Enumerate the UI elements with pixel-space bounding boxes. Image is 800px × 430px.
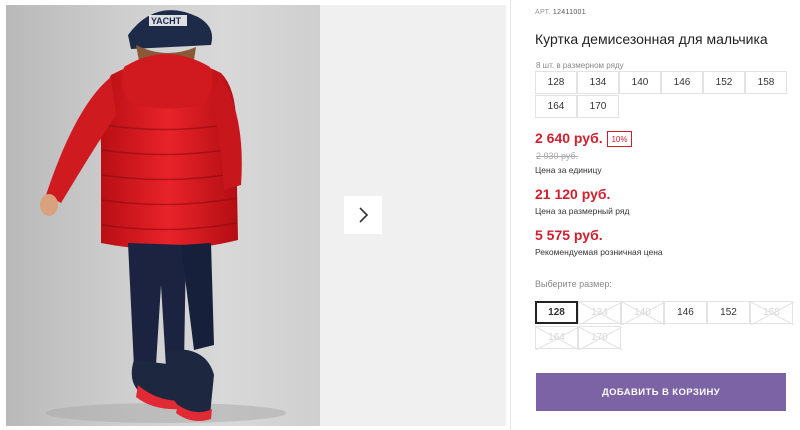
product-gallery: YACHT xyxy=(0,0,510,430)
divider xyxy=(510,0,511,430)
size-option-label: 128 xyxy=(548,307,565,318)
unavailable-cross-icon xyxy=(536,327,579,350)
product-photo: YACHT xyxy=(6,5,320,426)
size-option-128[interactable]: 128 xyxy=(535,301,578,324)
row-price-label: Цена за размерный ряд xyxy=(535,206,630,216)
sku-label: АРТ. xyxy=(535,9,551,16)
size-option-140: 140 xyxy=(621,301,665,325)
size-option-label: 152 xyxy=(720,307,737,318)
choose-size-label: Выберите размер: xyxy=(535,279,612,289)
add-to-cart-button[interactable]: ДОБАВИТЬ В КОРЗИНУ xyxy=(536,373,786,411)
unavailable-cross-icon xyxy=(579,302,622,325)
unavailable-cross-icon xyxy=(579,327,622,350)
size-option-152[interactable]: 152 xyxy=(707,301,750,324)
next-image-button[interactable] xyxy=(344,196,382,234)
size-row-cell: 140 xyxy=(619,71,661,94)
size-option-170: 170 xyxy=(578,326,622,350)
row-price: 21 120 руб. xyxy=(535,186,611,202)
size-option-146[interactable]: 146 xyxy=(664,301,707,324)
cap-text: YACHT xyxy=(151,16,182,26)
size-row-cell: 146 xyxy=(661,71,703,94)
unavailable-cross-icon xyxy=(622,302,665,325)
retail-price-label: Рекомендуемая розничная цена xyxy=(535,247,663,257)
chevron-right-icon xyxy=(359,207,369,223)
size-option-134: 134 xyxy=(578,301,622,325)
discount-badge: 10% xyxy=(607,131,632,147)
size-option-164: 164 xyxy=(535,326,579,350)
size-option-label: 146 xyxy=(677,307,694,318)
size-row-note: 8 шт. в размерном ряду xyxy=(536,61,624,70)
unavailable-cross-icon xyxy=(751,302,794,325)
size-row-cell: 164 xyxy=(535,95,577,118)
unit-price-label: Цена за единицу xyxy=(535,165,602,175)
old-price: 2 930 руб. xyxy=(536,151,579,161)
product-title: Куртка демисезонная для мальчика xyxy=(535,31,768,47)
size-row-cell: 152 xyxy=(703,71,745,94)
size-row-cell: 134 xyxy=(577,71,619,94)
sku: АРТ. 12411001 xyxy=(535,9,586,16)
retail-price: 5 575 руб. xyxy=(535,227,603,243)
unit-price: 2 640 руб. xyxy=(535,130,603,146)
size-row-cell: 128 xyxy=(535,71,577,94)
size-option-158: 158 xyxy=(750,301,794,325)
sku-value: 12411001 xyxy=(552,9,586,16)
size-row-cell: 170 xyxy=(577,95,619,118)
size-row-cell: 158 xyxy=(745,71,787,94)
